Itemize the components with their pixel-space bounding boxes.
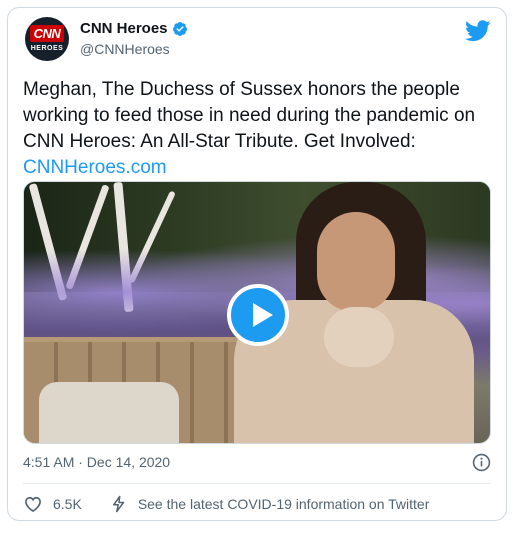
- avatar-sub-label: HEROES: [30, 45, 64, 52]
- covid-info-link[interactable]: See the latest COVID-19 information on T…: [138, 496, 430, 512]
- author-name-row[interactable]: CNN Heroes: [80, 20, 188, 37]
- video-thumbnail[interactable]: [23, 181, 491, 444]
- tweet-body: Meghan, The Duchess of Sussex honors the…: [23, 79, 476, 152]
- avatar[interactable]: CNN HEROES: [25, 17, 69, 61]
- tweet-text: Meghan, The Duchess of Sussex honors the…: [23, 77, 493, 181]
- tweet-actions: 6.5K See the latest COVID-19 information…: [23, 493, 429, 515]
- divider: [23, 483, 491, 484]
- display-name[interactable]: CNN Heroes: [80, 20, 168, 37]
- person-face: [317, 212, 395, 312]
- avatar-logo: CNN: [30, 25, 64, 42]
- like-count[interactable]: 6.5K: [53, 496, 82, 512]
- bolt-icon[interactable]: [110, 495, 128, 513]
- twitter-bird-icon[interactable]: [465, 20, 491, 42]
- tweet-link[interactable]: CNNHeroes.com: [23, 157, 167, 178]
- author-handle[interactable]: @CNNHeroes: [80, 41, 170, 57]
- tweet-card: CNN HEROES CNN Heroes @CNNHeroes Meghan,…: [7, 7, 507, 521]
- play-icon: [253, 303, 273, 327]
- verified-icon: [172, 21, 187, 36]
- knit-pillow: [39, 382, 179, 443]
- info-icon[interactable]: [472, 453, 491, 472]
- blouse-bow: [324, 307, 394, 367]
- tweet-timestamp[interactable]: 4:51 AM · Dec 14, 2020: [23, 454, 170, 470]
- play-button[interactable]: [227, 284, 289, 346]
- heart-icon[interactable]: [23, 494, 43, 514]
